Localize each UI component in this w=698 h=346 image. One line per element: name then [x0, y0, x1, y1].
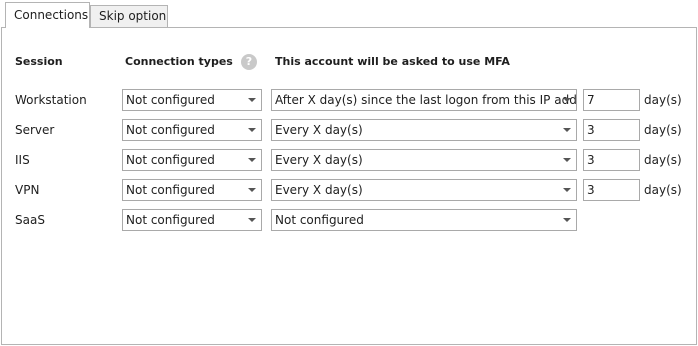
chevron-down-icon: [248, 128, 256, 132]
connection-types-column-header: Connection types: [125, 55, 233, 68]
dropdown-value: After X day(s) since the last logon from…: [275, 93, 577, 107]
days-unit-label: day(s): [644, 93, 682, 107]
chevron-down-icon: [248, 218, 256, 222]
connection-type-dropdown-vpn[interactable]: Not configured: [122, 179, 262, 201]
mfa-dropdown-vpn[interactable]: Every X day(s): [271, 179, 577, 201]
mfa-dropdown-saas[interactable]: Not configured: [271, 209, 577, 231]
chevron-down-icon: [248, 158, 256, 162]
dropdown-value: Not configured: [126, 153, 215, 167]
days-unit-label: day(s): [644, 123, 682, 137]
mfa-dropdown-iis[interactable]: Every X day(s): [271, 149, 577, 171]
session-label-vpn: VPN: [15, 183, 40, 197]
dropdown-value: Not configured: [126, 213, 215, 227]
chevron-down-icon: [563, 218, 571, 222]
days-input-vpn[interactable]: [583, 179, 640, 201]
chevron-down-icon: [563, 128, 571, 132]
chevron-down-icon: [563, 188, 571, 192]
chevron-down-icon: [563, 98, 571, 102]
chevron-down-icon: [248, 188, 256, 192]
mfa-dropdown-server[interactable]: Every X day(s): [271, 119, 577, 141]
dropdown-value: Not configured: [126, 93, 215, 107]
days-unit-label: day(s): [644, 153, 682, 167]
days-input-workstation[interactable]: [583, 89, 640, 111]
tab-skip-option[interactable]: Skip option: [90, 5, 168, 27]
session-label-server: Server: [15, 123, 55, 137]
dropdown-value: Every X day(s): [275, 123, 363, 137]
help-icon[interactable]: ?: [241, 54, 257, 70]
connection-type-dropdown-iis[interactable]: Not configured: [122, 149, 262, 171]
connection-type-dropdown-workstation[interactable]: Not configured: [122, 89, 262, 111]
mfa-dropdown-workstation[interactable]: After X day(s) since the last logon from…: [271, 89, 577, 111]
dropdown-value: Not configured: [126, 183, 215, 197]
dropdown-value: Every X day(s): [275, 153, 363, 167]
connection-type-dropdown-server[interactable]: Not configured: [122, 119, 262, 141]
days-input-iis[interactable]: [583, 149, 640, 171]
session-label-workstation: Workstation: [15, 93, 87, 107]
days-unit-label: day(s): [644, 183, 682, 197]
dropdown-value: Not configured: [275, 213, 364, 227]
chevron-down-icon: [563, 158, 571, 162]
dropdown-value: Not configured: [126, 123, 215, 137]
session-column-header: Session: [15, 55, 63, 68]
session-label-iis: IIS: [15, 153, 30, 167]
mfa-column-header: This account will be asked to use MFA: [275, 55, 510, 68]
dropdown-value: Every X day(s): [275, 183, 363, 197]
session-label-saas: SaaS: [15, 213, 45, 227]
tab-connections[interactable]: Connections: [5, 2, 90, 28]
connection-type-dropdown-saas[interactable]: Not configured: [122, 209, 262, 231]
chevron-down-icon: [248, 98, 256, 102]
days-input-server[interactable]: [583, 119, 640, 141]
tab-strip: Skip option Connections: [0, 0, 698, 28]
